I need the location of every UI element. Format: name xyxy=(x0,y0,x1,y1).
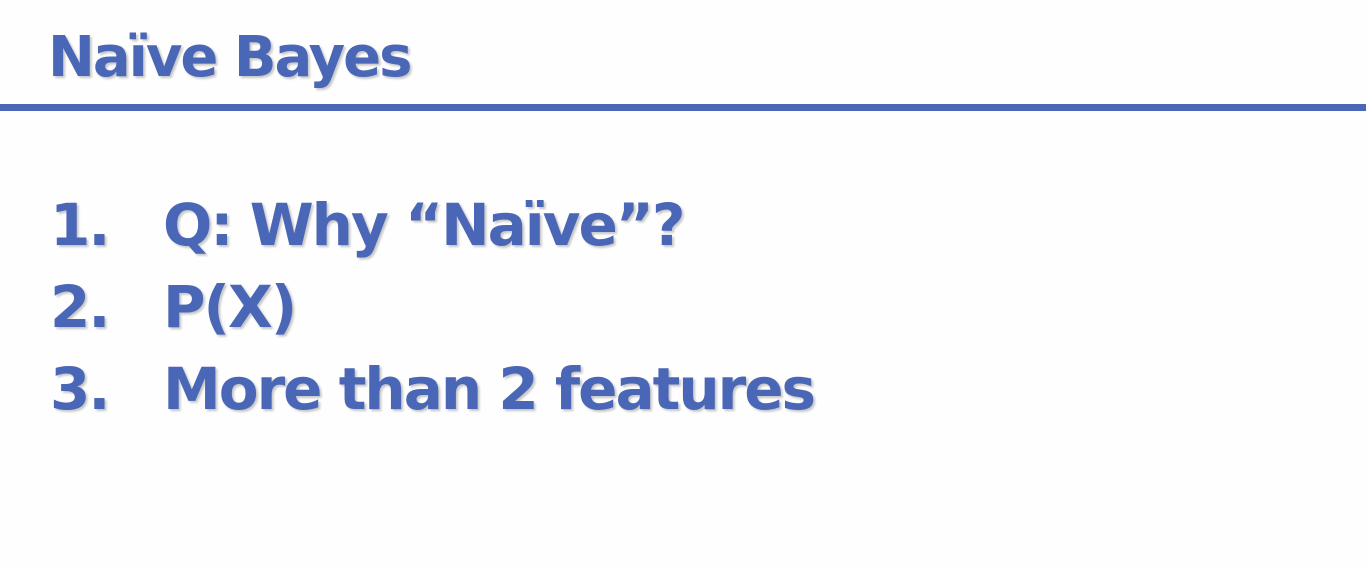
agenda-item: 3. More than 2 features xyxy=(50,348,816,430)
agenda-item: 1. Q: Why “Naïve”? xyxy=(50,184,814,266)
presentation-slide: Naïve Bayes 1. Q: Why “Naïve”? 2. P(X) 3… xyxy=(0,0,1366,570)
item-number: 2. xyxy=(50,273,110,341)
item-number: 3. xyxy=(50,355,110,423)
title-divider xyxy=(0,104,1366,111)
item-number: 1. xyxy=(50,191,110,259)
item-text: P(X) xyxy=(163,273,297,341)
agenda-item: 2. P(X) xyxy=(50,266,814,348)
item-text: More than 2 features xyxy=(163,355,816,423)
item-text: Q: Why “Naïve”? xyxy=(163,191,686,259)
agenda-list: 1. Q: Why “Naïve”? 2. P(X) 3. More than … xyxy=(50,184,816,430)
slide-title: Naïve Bayes xyxy=(48,25,412,90)
